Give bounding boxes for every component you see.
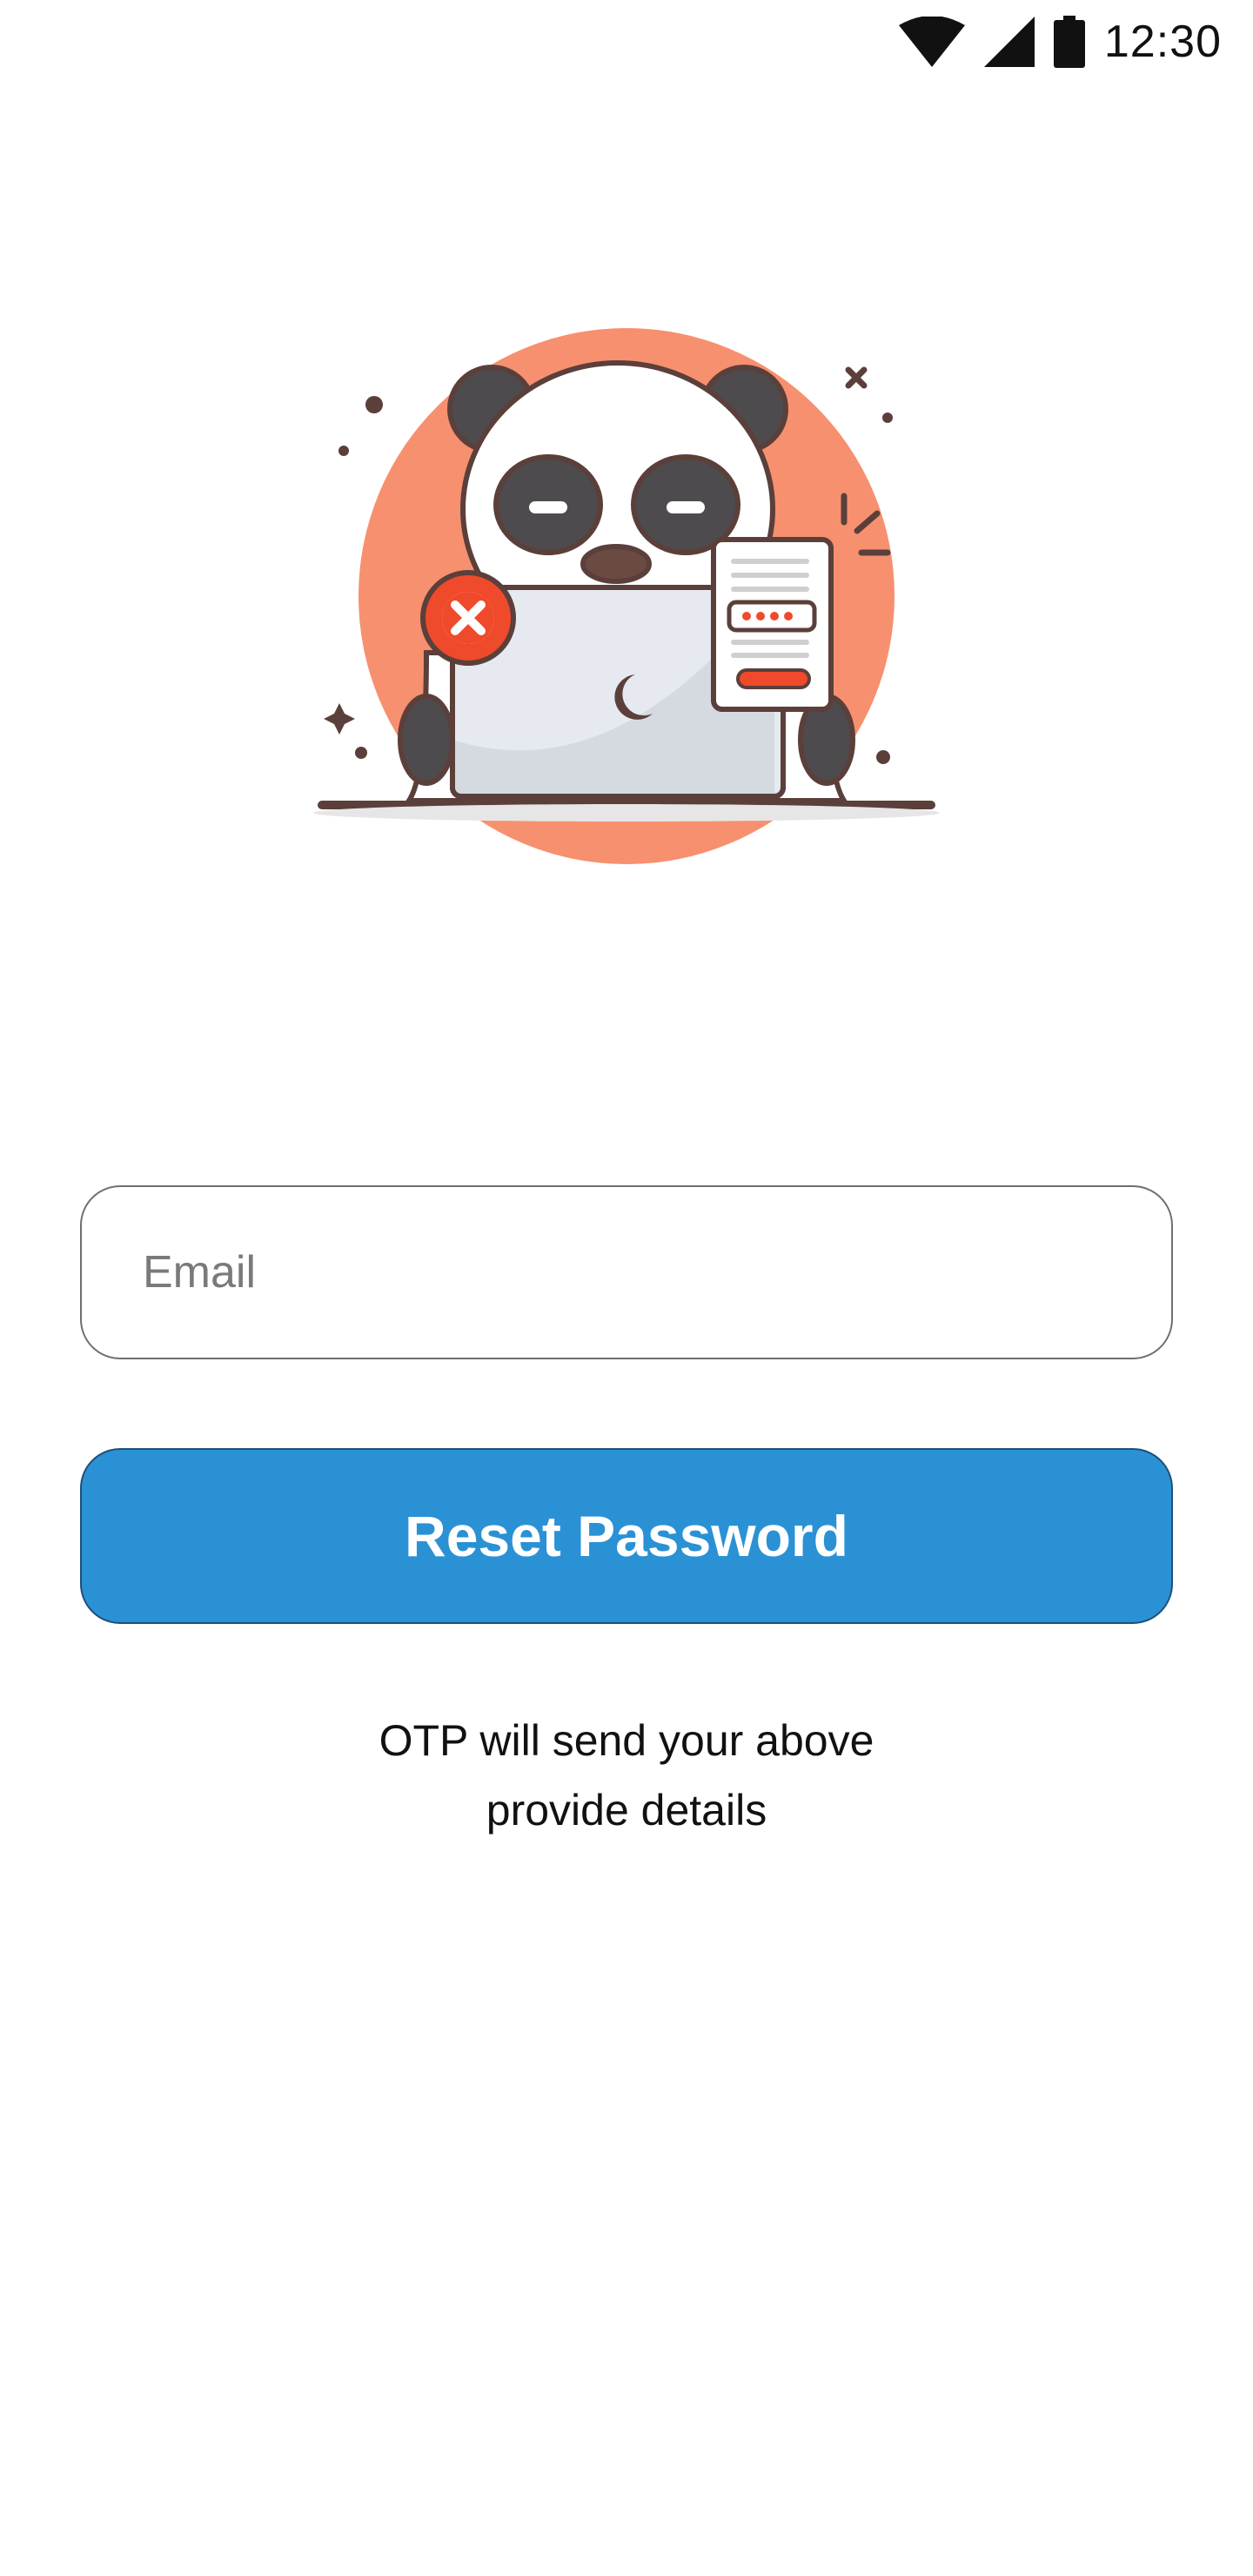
password-card-icon xyxy=(711,537,834,712)
status-icons: 12:30 xyxy=(898,12,1222,71)
otp-info-line-2: provide details xyxy=(486,1786,767,1835)
wifi-icon xyxy=(898,17,965,67)
panda-paw-left xyxy=(398,694,455,786)
panda-nose xyxy=(580,544,652,584)
error-x-icon xyxy=(420,570,516,666)
status-time: 12:30 xyxy=(1103,17,1222,67)
otp-info-line-1: OTP will send your above xyxy=(379,1716,874,1765)
status-bar: 12:30 xyxy=(0,0,1253,84)
panda-laptop-illustration xyxy=(165,287,1088,888)
cellular-signal-icon xyxy=(983,17,1035,67)
reset-password-button[interactable]: Reset Password xyxy=(80,1448,1173,1624)
otp-info-text: OTP will send your above provide details xyxy=(0,1706,1253,1845)
email-input[interactable] xyxy=(141,1245,1171,1299)
battery-icon xyxy=(1053,16,1085,68)
email-field[interactable] xyxy=(80,1185,1173,1359)
